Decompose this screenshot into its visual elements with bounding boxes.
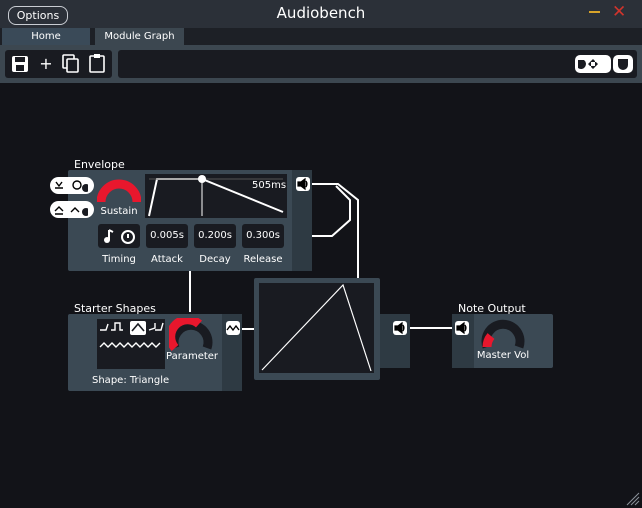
speaker-icon	[297, 177, 308, 191]
release-value[interactable]: 0.300s	[242, 224, 284, 248]
speaker-icon	[394, 321, 405, 335]
timing-label: Timing	[102, 254, 136, 265]
parameter-knob[interactable]	[169, 318, 213, 352]
speaker-icon	[456, 321, 467, 335]
note-timer-icon	[104, 229, 135, 244]
note-output-input-jack[interactable]	[455, 321, 469, 335]
shape-label: Shape: Triangle	[92, 375, 170, 386]
envelope-time-readout: 505ms	[252, 180, 287, 191]
parameter-label: Parameter	[166, 351, 219, 362]
timing-toggle[interactable]	[98, 224, 140, 248]
master-vol-label: Master Vol	[476, 350, 530, 361]
oscilloscope-display	[259, 283, 374, 373]
oscilloscope-output-jack[interactable]	[393, 321, 407, 335]
sustain-knob[interactable]	[97, 176, 141, 206]
starter-shapes-output-jack[interactable]	[226, 321, 240, 335]
retrigger-icon	[55, 180, 88, 192]
attack-value[interactable]: 0.005s	[146, 224, 188, 248]
release-mode-icon	[54, 206, 88, 216]
waveform-selector[interactable]	[97, 319, 165, 369]
resize-grip-icon[interactable]	[626, 492, 640, 506]
release-label: Release	[243, 254, 283, 265]
envelope-release-toggle[interactable]	[50, 201, 94, 218]
envelope-output-jack[interactable]	[296, 177, 310, 191]
decay-label: Decay	[199, 254, 231, 265]
envelope-retrigger-toggle[interactable]	[50, 177, 94, 194]
waveform-icon	[226, 324, 240, 332]
master-vol-knob[interactable]	[481, 318, 525, 350]
sustain-label: Sustain	[100, 206, 138, 217]
attack-label: Attack	[151, 254, 183, 265]
decay-value[interactable]: 0.200s	[194, 224, 236, 248]
